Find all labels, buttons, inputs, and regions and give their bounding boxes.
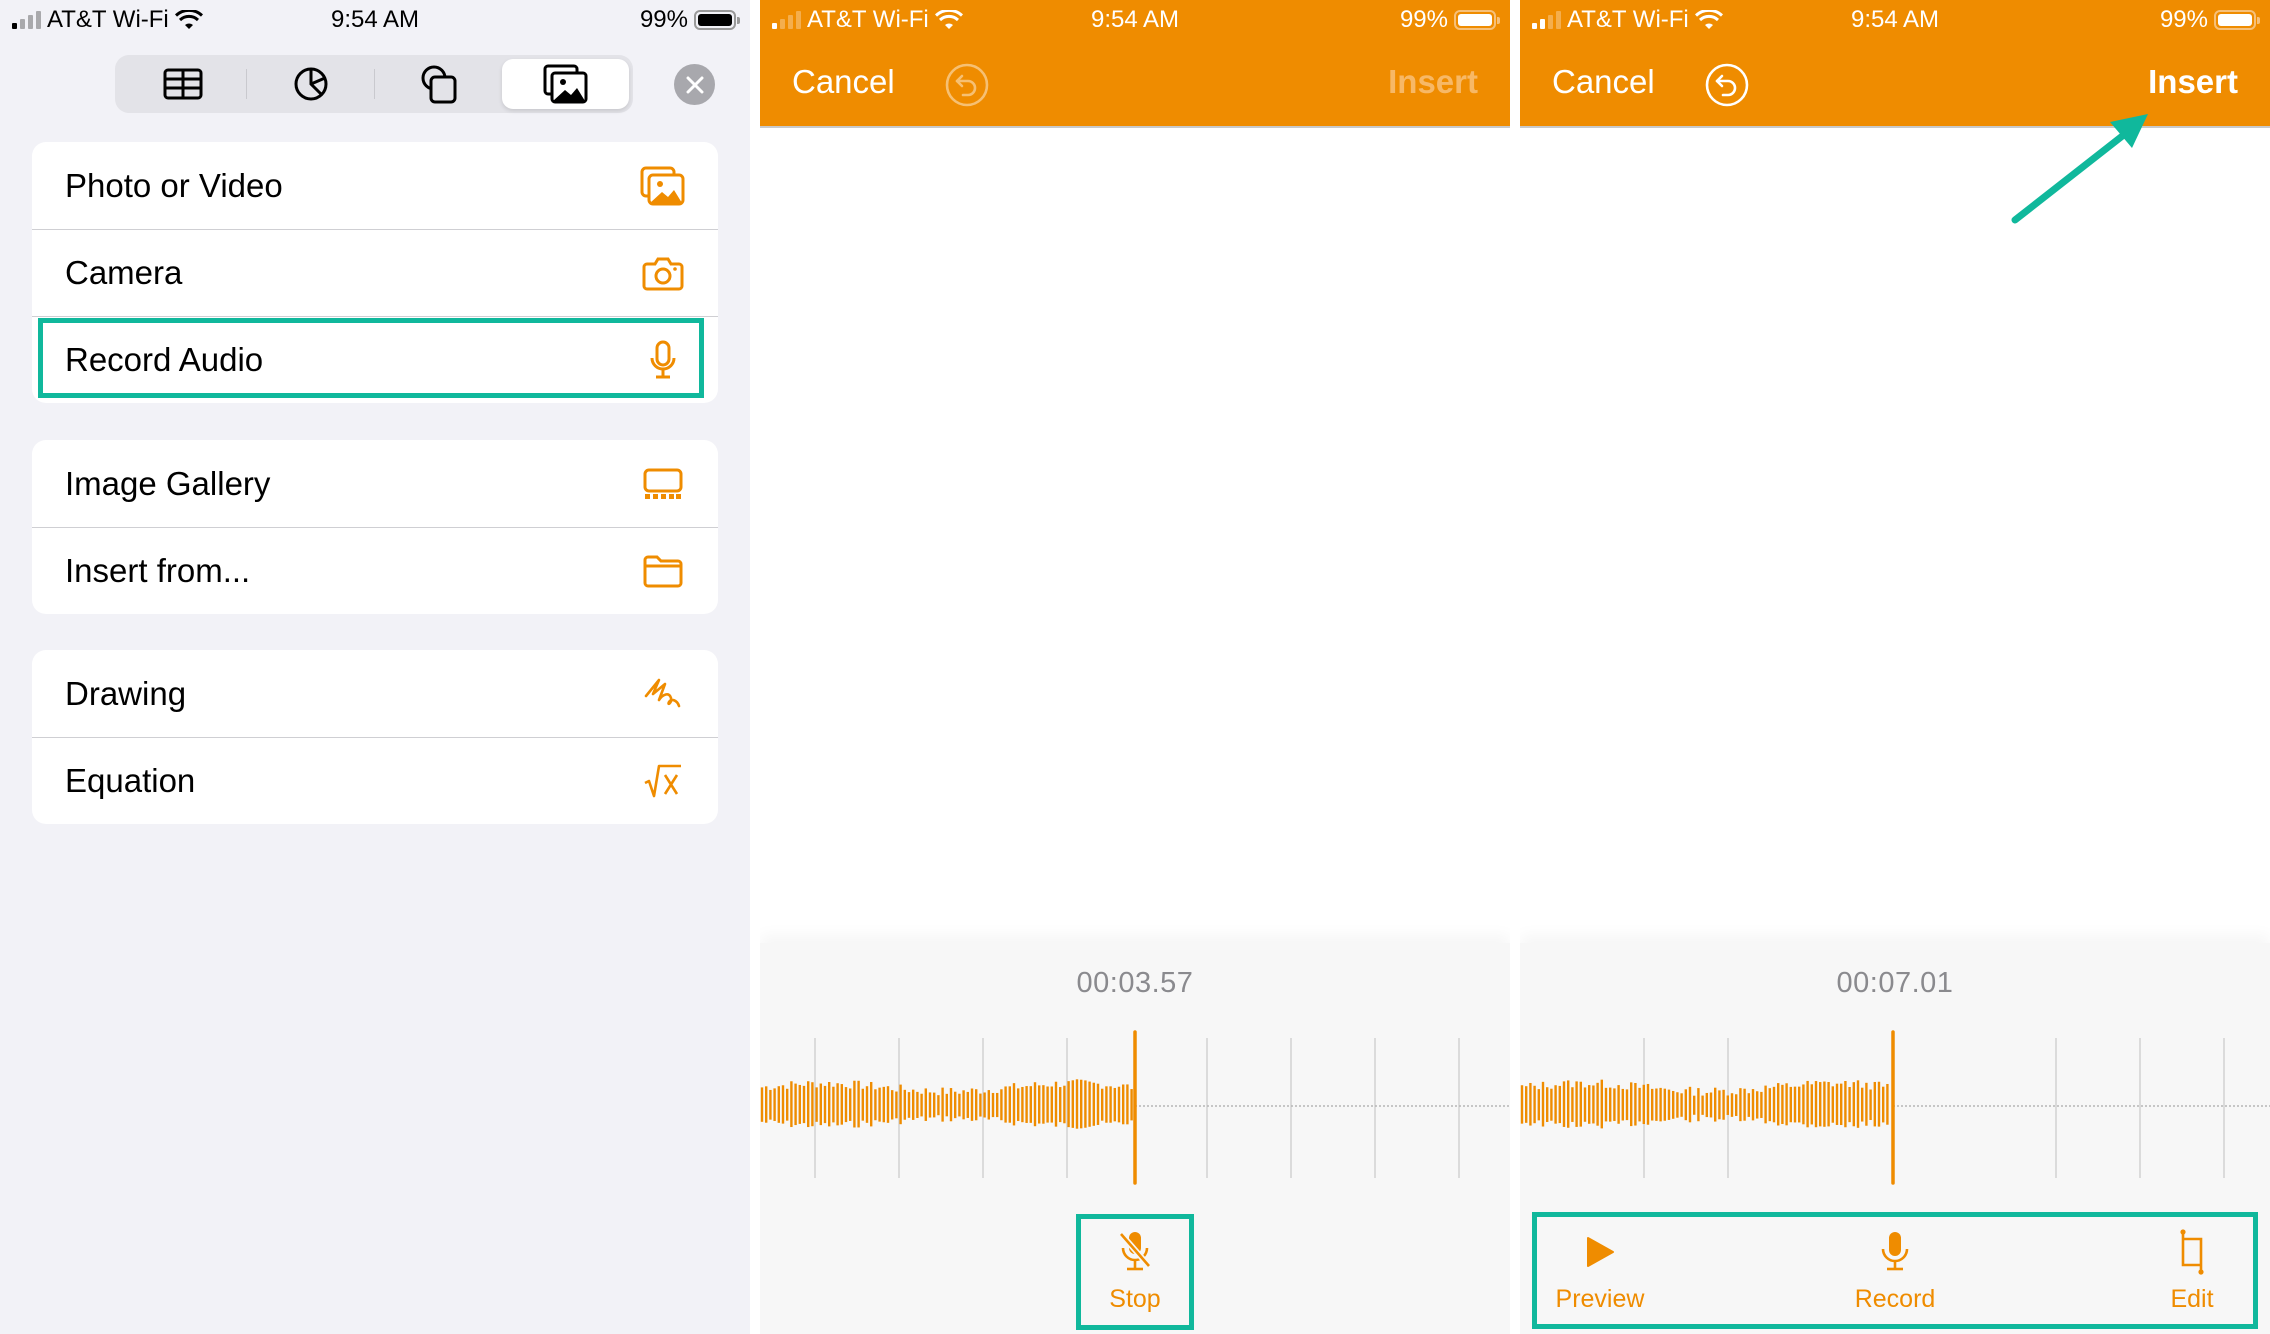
cancel-button[interactable]: Cancel	[792, 63, 895, 101]
status-bar: AT&T Wi-Fi 9:54 AM 99%	[1520, 0, 2270, 40]
waveform	[760, 1030, 1510, 1185]
battery-icon	[1454, 10, 1500, 30]
microphone-slash-icon	[1113, 1227, 1157, 1277]
menu-item-label: Record Audio	[65, 341, 264, 378]
undo-icon[interactable]	[1704, 62, 1750, 108]
status-time: 9:54 AM	[1090, 6, 1180, 33]
image-gallery-icon	[640, 461, 686, 507]
tab-table[interactable]	[119, 59, 246, 109]
equation-icon	[640, 758, 686, 804]
drawing-icon	[640, 671, 686, 717]
camera-icon	[640, 250, 686, 296]
chart-icon	[294, 67, 327, 101]
stop-label: Stop	[1109, 1285, 1161, 1313]
nav-bar: AT&T Wi-Fi 9:54 AM 99% Cancel Insert	[760, 0, 1510, 128]
insert-menu-panel: AT&T Wi-Fi 9:54 AM 99% Photo or Video Ca…	[0, 0, 750, 1334]
menu-item-drawing[interactable]: Drawing	[32, 650, 718, 737]
preview-label: Preview	[1555, 1285, 1645, 1313]
waveform	[1520, 1030, 2270, 1185]
menu-group-tools: Drawing Equation	[32, 650, 718, 824]
battery-info: 99%	[2159, 6, 2260, 34]
menu-item-label: Photo or Video	[65, 166, 283, 204]
menu-item-label: Equation	[65, 762, 196, 799]
audio-recorder: 00:03.57 Stop	[760, 943, 1510, 1334]
menu-item-image-gallery[interactable]: Image Gallery	[32, 440, 718, 527]
folder-icon	[640, 548, 686, 594]
insert-button[interactable]: Insert	[1388, 63, 1478, 101]
menu-item-record-audio[interactable]: Record Audio	[32, 316, 718, 403]
recording-timer: 00:07.01	[1836, 967, 1954, 999]
status-bar: AT&T Wi-Fi 9:54 AM 99%	[0, 0, 750, 40]
menu-item-label: Drawing	[65, 674, 187, 712]
insert-type-segmented-control	[115, 55, 633, 113]
menu-group-media: Photo or Video Camera Record Audio	[32, 142, 718, 403]
record-button[interactable]: Record	[1835, 1215, 1955, 1314]
menu-item-photo-or-video[interactable]: Photo or Video	[32, 142, 718, 229]
undo-icon[interactable]	[944, 62, 990, 108]
insert-button[interactable]: Insert	[2148, 63, 2238, 101]
battery-percent: 99%	[1399, 6, 1448, 33]
battery-icon	[2214, 10, 2260, 30]
tab-shapes[interactable]	[375, 59, 502, 109]
microphone-icon	[1873, 1227, 1917, 1277]
recorded-panel: AT&T Wi-Fi 9:54 AM 99% Cancel Insert 00:…	[1520, 0, 2270, 1334]
menu-item-label: Image Gallery	[65, 464, 271, 502]
battery-percent: 99%	[2159, 6, 2208, 33]
status-bar: AT&T Wi-Fi 9:54 AM 99%	[760, 0, 1510, 40]
cancel-button[interactable]: Cancel	[1552, 63, 1655, 101]
stop-button[interactable]: Stop	[1085, 1215, 1185, 1314]
close-icon	[686, 76, 703, 93]
edit-button[interactable]: Edit	[2152, 1215, 2232, 1314]
battery-info: 99%	[639, 6, 740, 34]
recording-panel: AT&T Wi-Fi 9:54 AM 99% Cancel Insert 00:…	[760, 0, 1510, 1334]
battery-percent: 99%	[639, 6, 688, 33]
menu-item-camera[interactable]: Camera	[32, 229, 718, 316]
edit-label: Edit	[2170, 1285, 2214, 1313]
close-button[interactable]	[674, 64, 715, 105]
recorder-actions: Stop	[760, 1215, 1510, 1330]
shapes-icon	[421, 65, 456, 104]
preview-button[interactable]: Preview	[1540, 1215, 1660, 1314]
recorder-actions: Preview Record Edit	[1520, 1215, 2270, 1330]
microphone-icon	[640, 337, 686, 383]
play-icon	[1578, 1227, 1622, 1277]
menu-item-label: Camera	[65, 254, 183, 291]
menu-item-equation[interactable]: Equation	[32, 737, 718, 824]
status-time: 9:54 AM	[330, 6, 420, 33]
media-icon	[543, 64, 587, 104]
photo-icon	[640, 163, 686, 209]
record-label: Record	[1854, 1285, 1936, 1313]
battery-info: 99%	[1399, 6, 1500, 34]
audio-recorder: 00:07.01 Preview Record Edit	[1520, 943, 2270, 1334]
battery-icon	[694, 10, 740, 30]
recording-timer: 00:03.57	[1076, 967, 1194, 999]
table-icon	[163, 68, 202, 100]
crop-icon	[2170, 1227, 2214, 1277]
menu-group-sources: Image Gallery Insert from...	[32, 440, 718, 614]
nav-bar: AT&T Wi-Fi 9:54 AM 99% Cancel Insert	[1520, 0, 2270, 128]
status-time: 9:54 AM	[1850, 6, 1940, 33]
menu-item-label: Insert from...	[65, 552, 251, 589]
tab-chart[interactable]	[247, 59, 374, 109]
menu-item-insert-from[interactable]: Insert from...	[32, 527, 718, 614]
tab-media[interactable]	[502, 59, 629, 109]
